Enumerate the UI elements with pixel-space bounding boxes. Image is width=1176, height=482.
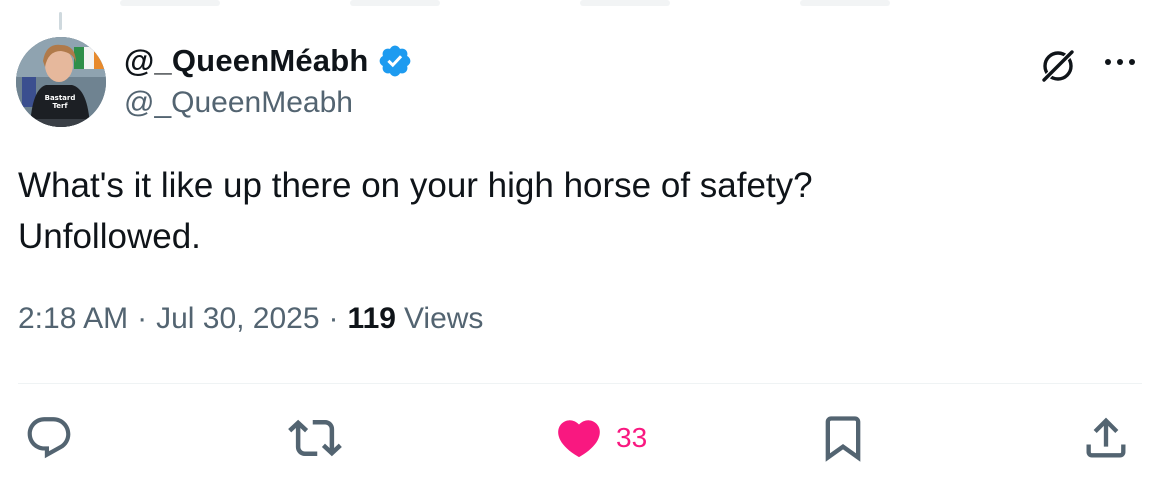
thread-connector-line	[59, 12, 62, 30]
more-icon[interactable]	[1098, 44, 1142, 80]
reply-icon	[27, 417, 71, 459]
bookmark-button[interactable]	[817, 410, 869, 466]
tweet-meta: 2:18 AM · Jul 30, 2025 · 119 Views	[18, 302, 483, 336]
tweet-header: @_QueenMéabh @_QueenMeabh	[124, 42, 413, 120]
divider	[18, 383, 1142, 384]
user-handle[interactable]: @_QueenMeabh	[124, 86, 413, 120]
name-row: @_QueenMéabh	[124, 42, 413, 80]
views-count[interactable]: 119	[348, 302, 396, 336]
meta-separator: ·	[328, 302, 339, 335]
reply-button[interactable]	[24, 410, 74, 466]
previous-tweet-edge	[0, 0, 1176, 8]
action-bar: 33	[0, 410, 1176, 466]
repost-icon	[288, 419, 342, 457]
avatar-shirt-text-2: Terf	[52, 102, 68, 110]
like-icon	[558, 420, 600, 458]
bookmark-icon	[825, 416, 861, 462]
views-label[interactable]: Views	[404, 302, 483, 336]
repost-button[interactable]	[288, 410, 342, 466]
tweet-text: What's it like up there on your high hor…	[18, 166, 813, 256]
avatar-shirt-text-1: Bastard	[45, 94, 76, 102]
tweet-date[interactable]: Jul 30, 2025	[156, 302, 319, 336]
avatar[interactable]: Bastard Terf	[16, 37, 106, 127]
share-button[interactable]	[1080, 410, 1132, 466]
like-count: 33	[616, 422, 648, 453]
verified-badge-icon[interactable]	[377, 43, 413, 79]
tweet-time[interactable]: 2:18 AM	[18, 302, 128, 336]
display-name[interactable]: @_QueenMéabh	[124, 43, 369, 79]
like-button[interactable]: 33	[554, 410, 647, 466]
avatar-image: Bastard Terf	[16, 37, 106, 127]
meta-separator: ·	[137, 302, 148, 335]
grok-icon[interactable]	[1036, 44, 1080, 88]
share-icon	[1086, 417, 1126, 458]
